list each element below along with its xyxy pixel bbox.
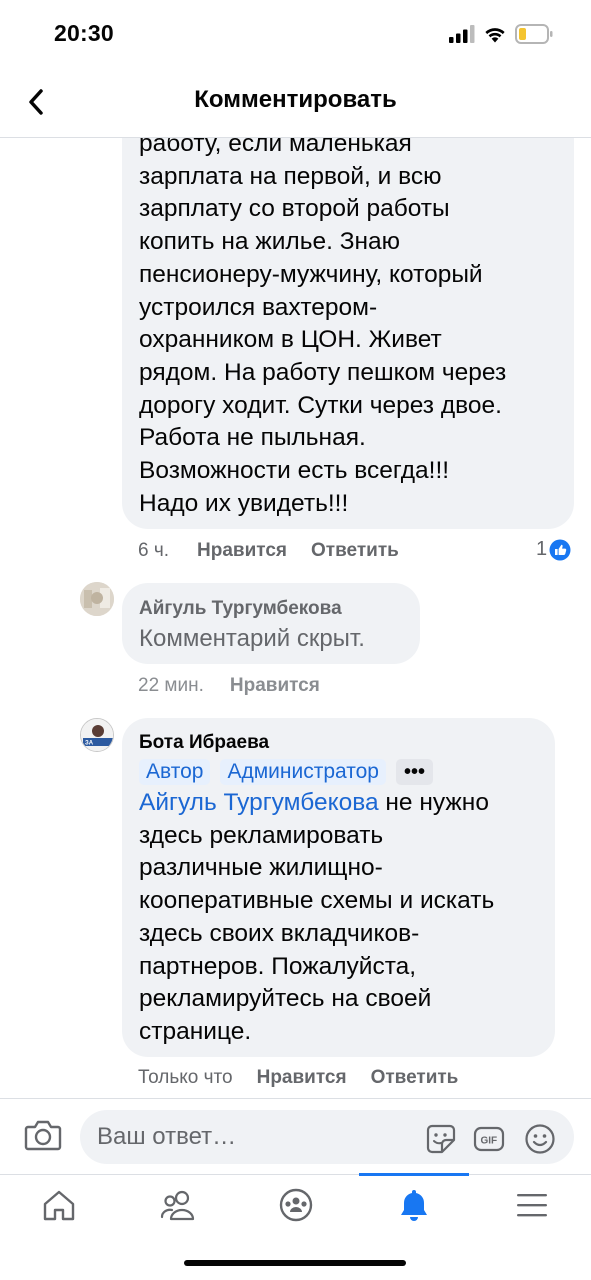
author-badges: Автор Администратор ••• bbox=[139, 759, 433, 785]
tab-friends[interactable] bbox=[148, 1183, 208, 1227]
comment-line: здесь рекламировать bbox=[139, 821, 384, 849]
emoji-button[interactable] bbox=[523, 1122, 557, 1156]
comment-line: устроился вахтером- bbox=[139, 293, 378, 321]
comment-line: кооперативные схемы и искать bbox=[139, 887, 495, 915]
comment-line: рядом. На работу пешком через bbox=[139, 358, 507, 386]
comment-line: Работа не пыльная. bbox=[139, 424, 366, 452]
avatar[interactable]: ЗА bbox=[80, 718, 114, 752]
reply-button[interactable]: Ответить bbox=[311, 540, 399, 562]
avatar-photo bbox=[80, 582, 114, 616]
comment-line: странице. bbox=[139, 1017, 252, 1045]
tab-home[interactable] bbox=[29, 1183, 89, 1227]
signal-icon bbox=[449, 25, 475, 43]
hidden-comment-bubble[interactable]: Айгуль Тургумбекова Комментарий скрыт. bbox=[122, 583, 420, 664]
comment-line: копить на жилье. Знаю bbox=[139, 228, 401, 256]
friends-icon bbox=[160, 1190, 195, 1221]
gif-button[interactable]: GIF bbox=[472, 1122, 506, 1156]
reactions-count: 1 bbox=[536, 538, 548, 560]
reply-placeholder: Ваш ответ… bbox=[97, 1123, 237, 1150]
reply-composer: Ваш ответ… GIF bbox=[0, 1098, 591, 1174]
comment-time: 22 мин. bbox=[138, 675, 204, 696]
sticker-icon bbox=[426, 1124, 456, 1154]
comment-bubble[interactable]: работу, если маленькая зарплата на перво… bbox=[122, 138, 574, 529]
comment-time: 6 ч. bbox=[138, 540, 170, 561]
comment-meta: 6 ч. Нравится Ответить bbox=[138, 540, 399, 562]
camera-button[interactable] bbox=[24, 1119, 64, 1155]
comment-line: рекламируйтесь на своей bbox=[139, 985, 432, 1013]
avatar[interactable] bbox=[80, 582, 114, 616]
active-tab-indicator bbox=[359, 1173, 469, 1176]
gif-icon: GIF bbox=[473, 1126, 505, 1152]
admin-comment-bubble[interactable]: Бота Ибраева Автор Администратор ••• Айгул… bbox=[122, 718, 555, 1057]
header: Комментировать bbox=[0, 66, 591, 138]
home-indicator bbox=[184, 1260, 406, 1266]
like-button[interactable]: Нравится bbox=[230, 675, 320, 697]
comment-line: различные жилищно- bbox=[139, 854, 383, 882]
menu-icon bbox=[517, 1194, 547, 1217]
comment-author[interactable]: Айгуль Тургумбекова bbox=[139, 598, 342, 620]
groups-icon bbox=[279, 1188, 313, 1222]
page-title: Комментировать bbox=[194, 86, 397, 113]
sticker-button[interactable] bbox=[424, 1122, 458, 1156]
battery-icon bbox=[515, 24, 553, 44]
reactions[interactable]: 1 bbox=[536, 538, 571, 561]
comment-text: работу, если маленькая зарплата на перво… bbox=[139, 138, 506, 520]
emoji-icon bbox=[525, 1124, 555, 1154]
comment-line: Возможности есть всегда!!! bbox=[139, 457, 450, 485]
tab-notifications[interactable] bbox=[384, 1183, 444, 1227]
comment-line: дорогу ходит. Сутки через двое. bbox=[139, 391, 502, 419]
comment-line: партнеров. Пожалуйста, bbox=[139, 952, 417, 980]
author-badge: Автор bbox=[139, 759, 211, 785]
home-icon bbox=[43, 1190, 75, 1221]
comment-author[interactable]: Бота Ибраева bbox=[139, 732, 269, 754]
comment-time: Только что bbox=[138, 1067, 233, 1088]
comment-line: зарплату со второй работы bbox=[139, 195, 450, 223]
comments-list[interactable]: работу, если маленькая зарплата на перво… bbox=[0, 138, 591, 1098]
wifi-icon bbox=[485, 28, 505, 43]
comment-line: здесь своих вкладчиков- bbox=[139, 919, 420, 947]
reply-button[interactable]: Ответить bbox=[371, 1067, 459, 1089]
comment-text: Айгуль Тургумбекова не нужно здесь рекла… bbox=[139, 787, 494, 1049]
status-time: 20:30 bbox=[54, 20, 114, 46]
svg-text:GIF: GIF bbox=[481, 1136, 498, 1147]
comment-line: охранником в ЦОН. Живет bbox=[139, 326, 442, 354]
comment-line: Надо их увидеть!!! bbox=[139, 489, 349, 517]
hidden-comment-text: Комментарий скрыт. bbox=[139, 625, 365, 652]
comment-line: работу, если маленькая bbox=[139, 138, 412, 157]
mention-link[interactable]: Айгуль Тургумбекова bbox=[139, 789, 379, 816]
comment-line: зарплата на первой, и всю bbox=[139, 162, 442, 190]
tab-groups[interactable] bbox=[266, 1183, 326, 1227]
reply-input[interactable]: Ваш ответ… GIF bbox=[80, 1110, 574, 1164]
comment-line-text: не нужно bbox=[378, 789, 489, 816]
comment-meta: Только что Нравится Ответить bbox=[138, 1067, 458, 1089]
like-button[interactable]: Нравится bbox=[197, 540, 287, 562]
avatar-photo: ЗА bbox=[81, 719, 113, 751]
admin-badge: Администратор bbox=[220, 759, 386, 785]
comment-line: Айгуль Тургумбекова не нужно bbox=[139, 787, 494, 820]
status-bar: 20:30 bbox=[0, 0, 591, 66]
comment-line: пенсионеру-мужчину, который bbox=[139, 260, 483, 288]
tab-bar bbox=[0, 1173, 591, 1280]
like-button[interactable]: Нравится bbox=[257, 1067, 347, 1089]
camera-icon bbox=[24, 1120, 62, 1151]
bell-icon bbox=[401, 1190, 427, 1221]
more-badges-button[interactable]: ••• bbox=[395, 759, 433, 785]
comment-meta: 22 мин. Нравится bbox=[138, 675, 320, 697]
like-reaction-icon bbox=[549, 539, 571, 560]
svg-text:ЗА: ЗА bbox=[85, 741, 94, 747]
status-icons bbox=[449, 22, 553, 46]
tab-menu[interactable] bbox=[502, 1183, 562, 1227]
